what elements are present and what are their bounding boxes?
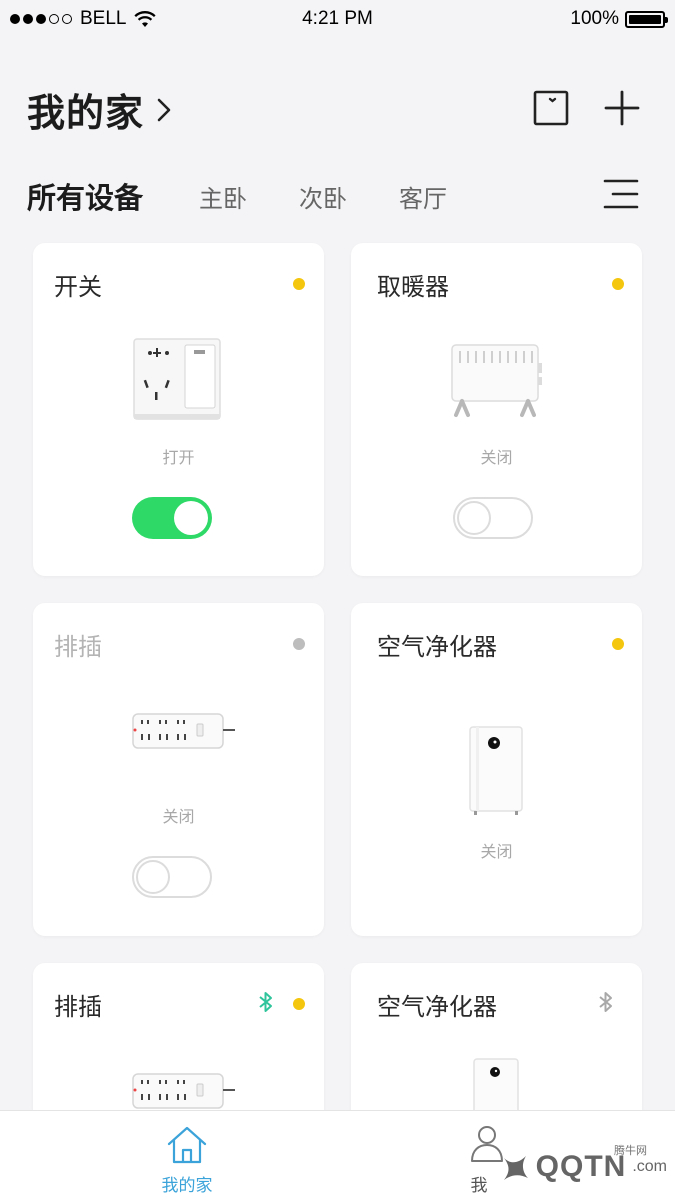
page-title: 我的家 bbox=[27, 91, 145, 135]
device-name: 空气净化器 bbox=[377, 993, 497, 1021]
power-toggle[interactable] bbox=[453, 497, 533, 539]
tab-living-room[interactable]: 客厅 bbox=[399, 179, 447, 214]
watermark: QQTN .com 腾牛网 bbox=[500, 1144, 667, 1184]
tab-label: 我的家 bbox=[161, 1176, 213, 1196]
device-card-switch[interactable]: 开关 打开 bbox=[33, 243, 324, 576]
power-toggle[interactable] bbox=[132, 856, 212, 898]
room-menu-button[interactable] bbox=[603, 178, 639, 214]
battery-percent: 100% bbox=[570, 8, 619, 29]
device-card-air-purifier[interactable]: 空气净化器 关闭 bbox=[351, 603, 642, 936]
device-status: 关闭 bbox=[480, 448, 513, 467]
online-status-dot bbox=[612, 638, 624, 650]
battery-icon bbox=[625, 10, 668, 28]
status-right: 100% bbox=[570, 8, 668, 30]
watermark-logo-icon bbox=[503, 1156, 528, 1180]
plus-icon bbox=[604, 90, 640, 126]
power-strip-image bbox=[132, 713, 235, 749]
watermark-suffix: .com bbox=[632, 1158, 667, 1175]
wall-switch-image bbox=[133, 338, 221, 420]
device-view-button[interactable] bbox=[533, 90, 569, 130]
status-bar: BELL 4:21 PM 100% bbox=[0, 0, 675, 40]
bluetooth-icon bbox=[259, 992, 272, 1012]
chevron-right-icon bbox=[157, 98, 171, 121]
heater-image bbox=[451, 344, 542, 417]
add-device-button[interactable] bbox=[604, 90, 640, 130]
device-name: 开关 bbox=[54, 273, 102, 301]
air-purifier-image bbox=[469, 726, 523, 815]
device-name: 排插 bbox=[54, 993, 102, 1021]
device-status: 关闭 bbox=[162, 807, 195, 826]
tab-second-bedroom[interactable]: 次卧 bbox=[299, 179, 347, 214]
bluetooth-icon bbox=[599, 992, 612, 1012]
device-status: 关闭 bbox=[480, 842, 513, 861]
home-selector[interactable]: 我的家 bbox=[27, 82, 172, 137]
device-name: 空气净化器 bbox=[377, 633, 497, 661]
device-name: 取暖器 bbox=[377, 273, 449, 301]
home-icon bbox=[167, 1126, 207, 1164]
online-status-dot bbox=[612, 278, 624, 290]
square-icon bbox=[533, 90, 569, 126]
tab-all-devices[interactable]: 所有设备 bbox=[27, 175, 143, 217]
watermark-text: QQTN bbox=[535, 1150, 627, 1183]
power-toggle[interactable] bbox=[132, 497, 212, 539]
device-card-heater[interactable]: 取暖器 关闭 bbox=[351, 243, 642, 576]
room-tabs: 所有设备 主卧 次卧 客厅 bbox=[27, 172, 499, 220]
air-purifier-image bbox=[473, 1058, 519, 1116]
watermark-small: 腾牛网 bbox=[614, 1144, 647, 1157]
offline-status-dot bbox=[293, 638, 305, 650]
tab-my-home[interactable]: 我的家 bbox=[87, 1111, 287, 1201]
online-status-dot bbox=[293, 278, 305, 290]
menu-icon bbox=[603, 179, 639, 209]
device-name: 排插 bbox=[54, 633, 102, 661]
device-status: 打开 bbox=[162, 448, 195, 467]
power-strip-image bbox=[132, 1073, 235, 1109]
device-card-power-strip[interactable]: 排插 关闭 bbox=[33, 603, 324, 936]
tab-fade bbox=[540, 172, 600, 217]
online-status-dot bbox=[293, 998, 305, 1010]
tab-master-bedroom[interactable]: 主卧 bbox=[199, 179, 247, 214]
